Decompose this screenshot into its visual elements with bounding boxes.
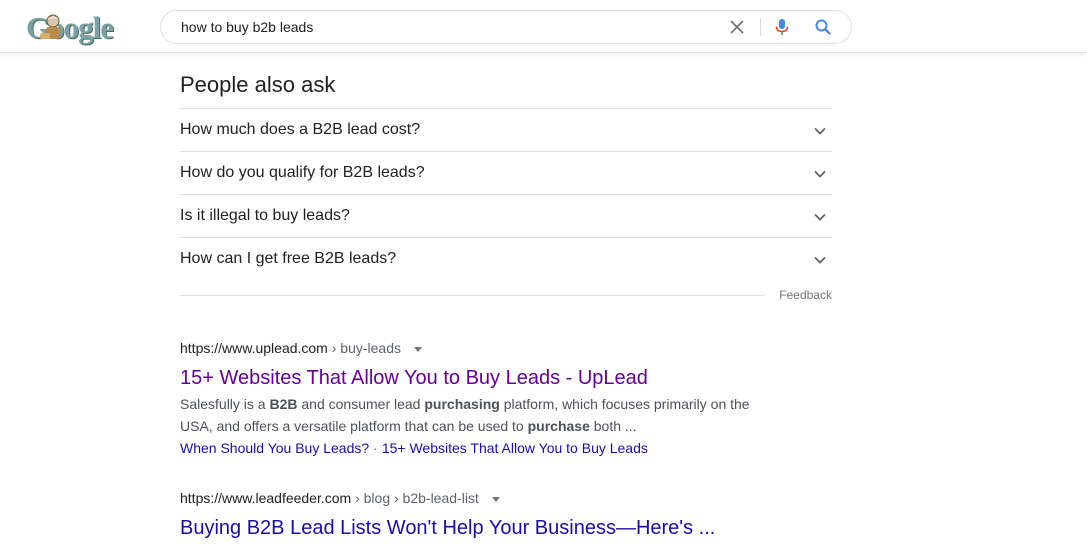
result-sitelinks: When Should You Buy Leads? · 15+ Websites … <box>180 437 780 459</box>
result-cite[interactable]: https://www.uplead.com › buy-leads <box>180 338 780 358</box>
paa-question[interactable]: How do you qualify for B2B leads? <box>180 152 832 195</box>
snippet-text: both ... <box>589 418 637 434</box>
sitelink[interactable]: 15+ Websites That Allow You to Buy Leads <box>382 440 648 456</box>
doodle-figure-icon <box>40 14 60 39</box>
chevron-down-icon <box>814 127 826 135</box>
sitelink[interactable]: When Should You Buy Leads? <box>180 440 369 456</box>
close-icon[interactable] <box>727 17 747 37</box>
snippet-text: and consumer lead <box>297 396 425 412</box>
result-path: › blog › b2b-lead-list <box>351 490 479 506</box>
result-title-link[interactable]: 15+ Websites That Allow You to Buy Leads… <box>180 365 780 391</box>
result-path: › buy-leads <box>327 340 402 356</box>
result-snippet-cropped <box>180 544 770 550</box>
paa-question-text: How can I get free B2B leads? <box>180 250 397 267</box>
snippet-text: Salesfully is a <box>180 396 270 412</box>
search-box[interactable] <box>160 10 852 44</box>
search-input[interactable] <box>181 18 701 36</box>
paa-question-text: Is it illegal to buy leads? <box>180 207 350 224</box>
chevron-down-icon <box>814 213 826 221</box>
search-result: https://www.uplead.com › buy-leads 15+ W… <box>180 338 780 459</box>
search-header: Google <box>0 0 1087 53</box>
paa-question-text: How much does a B2B lead cost? <box>180 121 421 138</box>
search-icon[interactable] <box>813 17 833 37</box>
result-snippet: Salesfully is a B2B and consumer lead pu… <box>180 393 770 437</box>
microphone-icon[interactable] <box>772 17 792 37</box>
result-cite[interactable]: https://www.leadfeeder.com › blog › b2b-… <box>180 488 780 508</box>
paa-footer: Feedback <box>180 280 832 316</box>
snippet-highlight: purchase <box>527 418 590 434</box>
result-title-link[interactable]: Buying B2B Lead Lists Won't Help Your Bu… <box>180 515 780 541</box>
feedback-link[interactable]: Feedback <box>779 288 832 302</box>
paa-question-text: How do you qualify for B2B leads? <box>180 164 425 181</box>
result-domain: https://www.leadfeeder.com <box>180 490 352 506</box>
paa-question[interactable]: Is it illegal to buy leads? <box>180 195 832 238</box>
people-also-ask: People also ask How much does a B2B lead… <box>180 70 832 316</box>
result-domain: https://www.uplead.com <box>180 340 328 356</box>
paa-title: People also ask <box>180 70 832 109</box>
search-result: https://www.leadfeeder.com › blog › b2b-… <box>180 488 780 541</box>
snippet-highlight: B2B <box>269 396 298 412</box>
paa-question[interactable]: How can I get free B2B leads? <box>180 238 832 280</box>
caret-down-icon[interactable] <box>413 344 423 354</box>
caret-down-icon[interactable] <box>491 494 501 504</box>
chevron-down-icon <box>814 256 826 264</box>
search-divider <box>760 18 761 36</box>
chevron-down-icon <box>814 170 826 178</box>
divider <box>180 295 765 296</box>
snippet-highlight: purchasing <box>424 396 500 412</box>
paa-question[interactable]: How much does a B2B lead cost? <box>180 109 832 152</box>
sitelink-separator: · <box>373 440 378 456</box>
google-doodle-logo[interactable]: Google <box>26 9 122 47</box>
